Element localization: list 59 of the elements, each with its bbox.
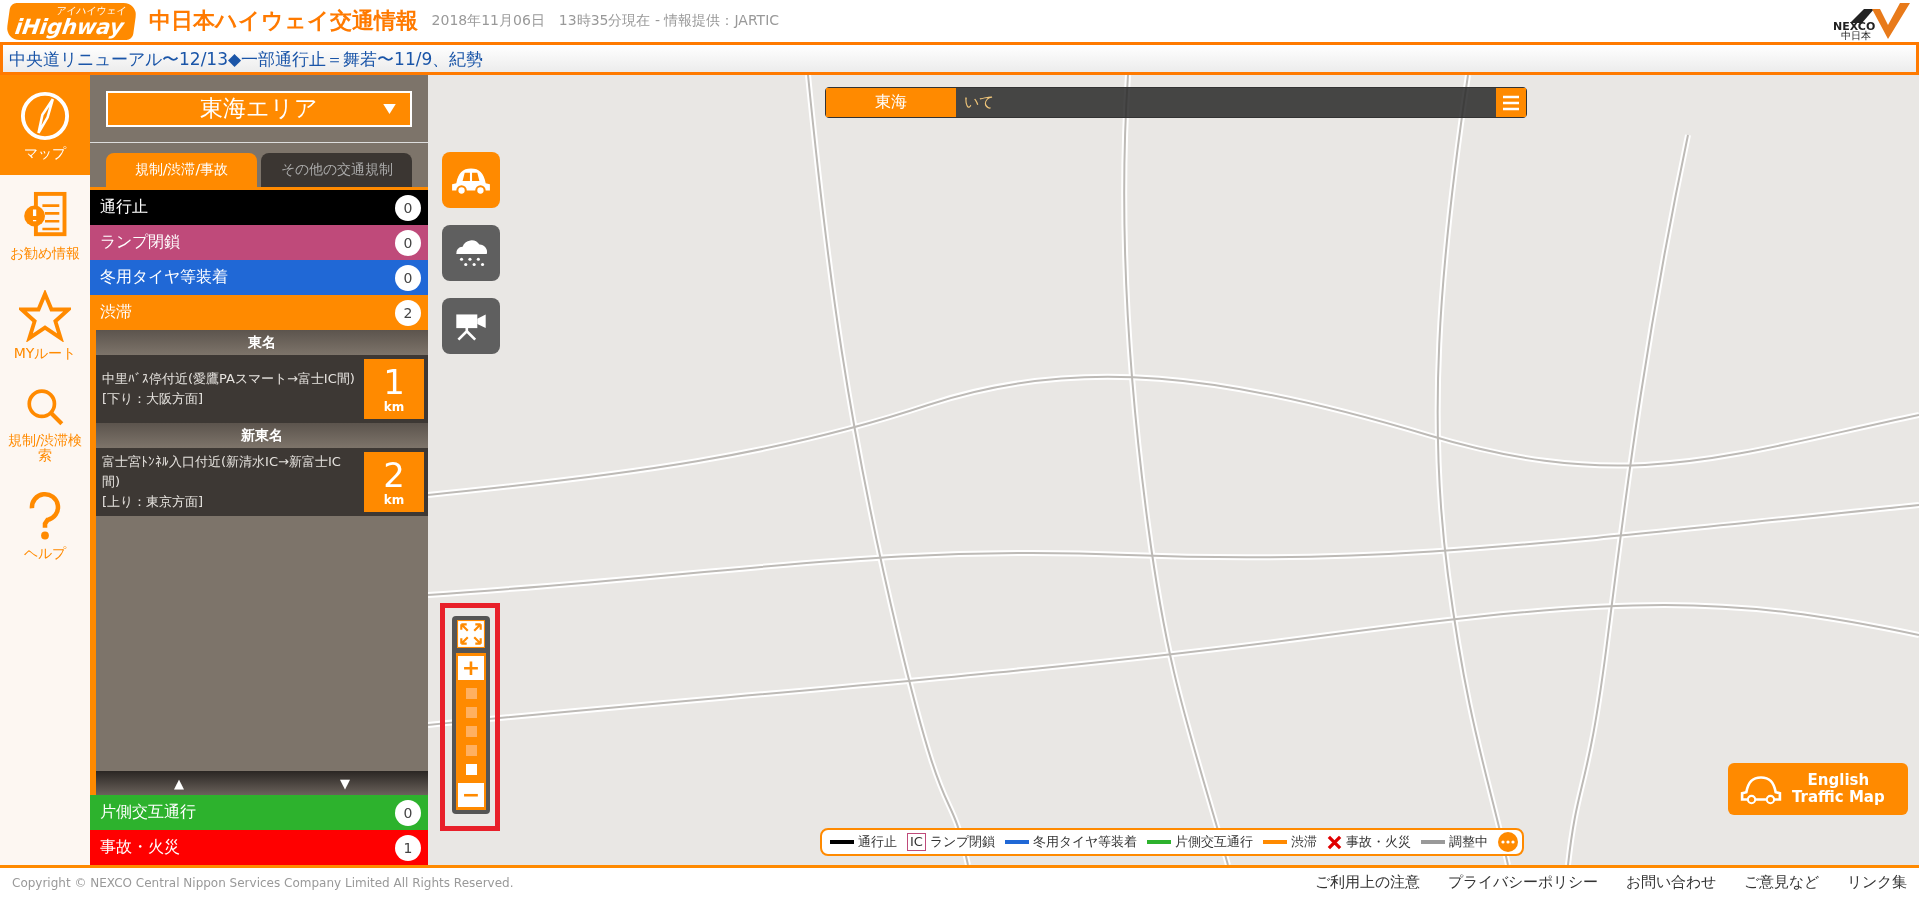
category-row[interactable]: 片側交互通行 0 (90, 795, 428, 830)
zoom-level-step[interactable] (465, 726, 477, 737)
count-badge: 2 (395, 299, 421, 326)
layer-button[interactable] (442, 225, 500, 281)
layer-button[interactable] (442, 298, 500, 354)
brand-subtitle: 中日本 (1841, 31, 1871, 41)
legend-label: 調整中 (1448, 833, 1488, 851)
legend-label: 渋滞 (1290, 833, 1317, 851)
footer-link[interactable]: リンク集 (1847, 873, 1907, 892)
compass-icon (19, 89, 71, 142)
category-row[interactable]: 渋滞 2 (90, 295, 428, 330)
direction-text: [上り：東京方面] (102, 493, 205, 511)
count-badge: 0 (395, 194, 421, 221)
road-heading: 東名 (96, 330, 428, 355)
category-row[interactable]: ランプ閉鎖 0 (90, 225, 428, 260)
fullscreen-icon[interactable] (457, 620, 485, 648)
zoom-level-step[interactable] (465, 745, 477, 756)
footer-link[interactable]: プライバシーポリシー (1448, 873, 1598, 892)
count-badge: 0 (395, 264, 421, 291)
map-search-bar[interactable]: 東海 いて (825, 87, 1527, 118)
length-box: 2 km (364, 452, 424, 512)
car-icon (1740, 773, 1782, 805)
search-text: いて (963, 92, 995, 113)
star-icon (19, 289, 71, 342)
copyright-text: Copyright © NEXCO Central Nippon Services Company Limited All Rights Reserved. (12, 875, 514, 890)
zoom-level-step[interactable] (465, 707, 477, 718)
site-title: 中日本ハイウェイ交通情報 (148, 7, 418, 35)
scroll-down-button[interactable]: ▼ (340, 775, 350, 791)
menu-icon (1501, 94, 1521, 111)
length-box: 1 km (364, 359, 424, 419)
update-text: 13時35分現在 - 情報提供：JARTIC (558, 12, 780, 30)
road-heading: 新東名 (96, 423, 428, 448)
scroll-up-button[interactable]: ▲ (174, 775, 184, 791)
legend-label: ランプ閉鎖 (929, 833, 995, 851)
zoom-level-step[interactable] (465, 688, 477, 699)
more-icon[interactable] (1497, 832, 1518, 852)
location-text: 富士宮ﾄﾝﾈﾙ入口付近(新清水IC→新富士IC間) (102, 453, 342, 491)
category-row[interactable]: 冬用タイヤ等装着 0 (90, 260, 428, 295)
map-drawing[interactable] (428, 75, 1919, 865)
footer-link[interactable]: お問い合わせ (1626, 873, 1716, 892)
legend-label: 片側交互通行 (1174, 833, 1253, 851)
legend-label: 通行止 (858, 833, 897, 851)
count-badge: 0 (395, 229, 421, 256)
location-text: 中里ﾊﾞｽ停付近(愛鷹PAスマート→富士IC間) (102, 370, 356, 388)
caret-icon (383, 103, 396, 114)
footer-link[interactable]: ご利用上の注意 (1315, 873, 1420, 892)
zoom-level-step[interactable] (465, 764, 477, 775)
date-text: 2018年11月06日 (431, 12, 545, 30)
count-badge: 0 (395, 799, 421, 826)
count-badge: 1 (395, 834, 421, 861)
footer-link[interactable]: ご意見など (1744, 873, 1819, 892)
category-row[interactable]: 通行止 0 (90, 190, 428, 225)
legend-label: 事故・火災 (1345, 833, 1411, 851)
direction-text: [下り：大阪方面] (102, 390, 205, 408)
legend-label: 冬用タイヤ等装着 (1032, 833, 1137, 851)
menu-button[interactable] (1496, 88, 1526, 117)
tab[interactable]: その他の交通規制 (261, 153, 412, 187)
category-row[interactable]: 事故・火災 1 (90, 830, 428, 865)
ic-mark: IC (907, 833, 926, 851)
